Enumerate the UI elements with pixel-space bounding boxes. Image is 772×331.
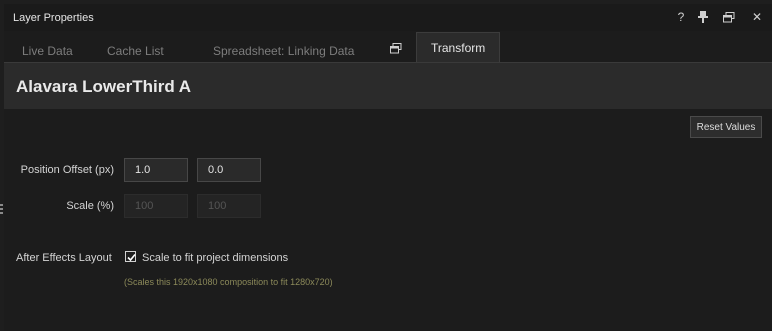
window-restore-icon	[390, 43, 402, 54]
tab-live-data[interactable]: Live Data	[22, 44, 73, 58]
scale-hint-text: (Scales this 1920x1080 composition to fi…	[124, 277, 333, 287]
tab-float-button[interactable]	[390, 41, 404, 54]
tab-bar: Live Data Cache List Spreadsheet: Linkin…	[4, 31, 772, 62]
pin-icon	[698, 11, 708, 23]
layer-name: Alavara LowerThird A	[16, 77, 192, 96]
position-offset-label: Position Offset (px)	[20, 164, 114, 176]
scale-to-fit-checkbox[interactable]	[125, 251, 136, 262]
position-offset-x-input[interactable]: 1.0	[124, 158, 188, 182]
help-button[interactable]: ?	[672, 8, 690, 26]
window-restore-icon	[723, 11, 735, 22]
resize-grip-icon[interactable]	[0, 204, 4, 218]
after-effects-layout-label: After Effects Layout	[16, 252, 112, 264]
scale-x-input: 100	[124, 194, 188, 218]
close-icon: ✕	[751, 10, 763, 24]
tab-transform[interactable]: Transform	[416, 32, 501, 62]
scale-y-input: 100	[197, 194, 261, 218]
pin-button[interactable]	[694, 8, 712, 26]
title-bar: Layer Properties ? ✕	[4, 4, 772, 31]
layer-properties-panel: Layer Properties ? ✕ Live Data Cache Lis…	[0, 4, 772, 331]
tab-cache-list[interactable]: Cache List	[107, 44, 164, 58]
reset-values-button[interactable]: Reset Values	[690, 116, 762, 138]
position-offset-y-input[interactable]: 0.0	[197, 158, 261, 182]
close-button[interactable]: ✕	[748, 8, 766, 26]
panel-title: Layer Properties	[13, 12, 94, 24]
layer-header: Alavara LowerThird A	[4, 62, 772, 109]
scale-to-fit-label[interactable]: Scale to fit project dimensions	[142, 252, 288, 264]
restore-button[interactable]	[720, 8, 738, 26]
help-icon: ?	[677, 10, 685, 24]
scale-label: Scale (%)	[66, 200, 114, 212]
tab-spreadsheet-linking-data[interactable]: Spreadsheet: Linking Data	[213, 44, 354, 58]
checkmark-icon	[127, 253, 136, 262]
